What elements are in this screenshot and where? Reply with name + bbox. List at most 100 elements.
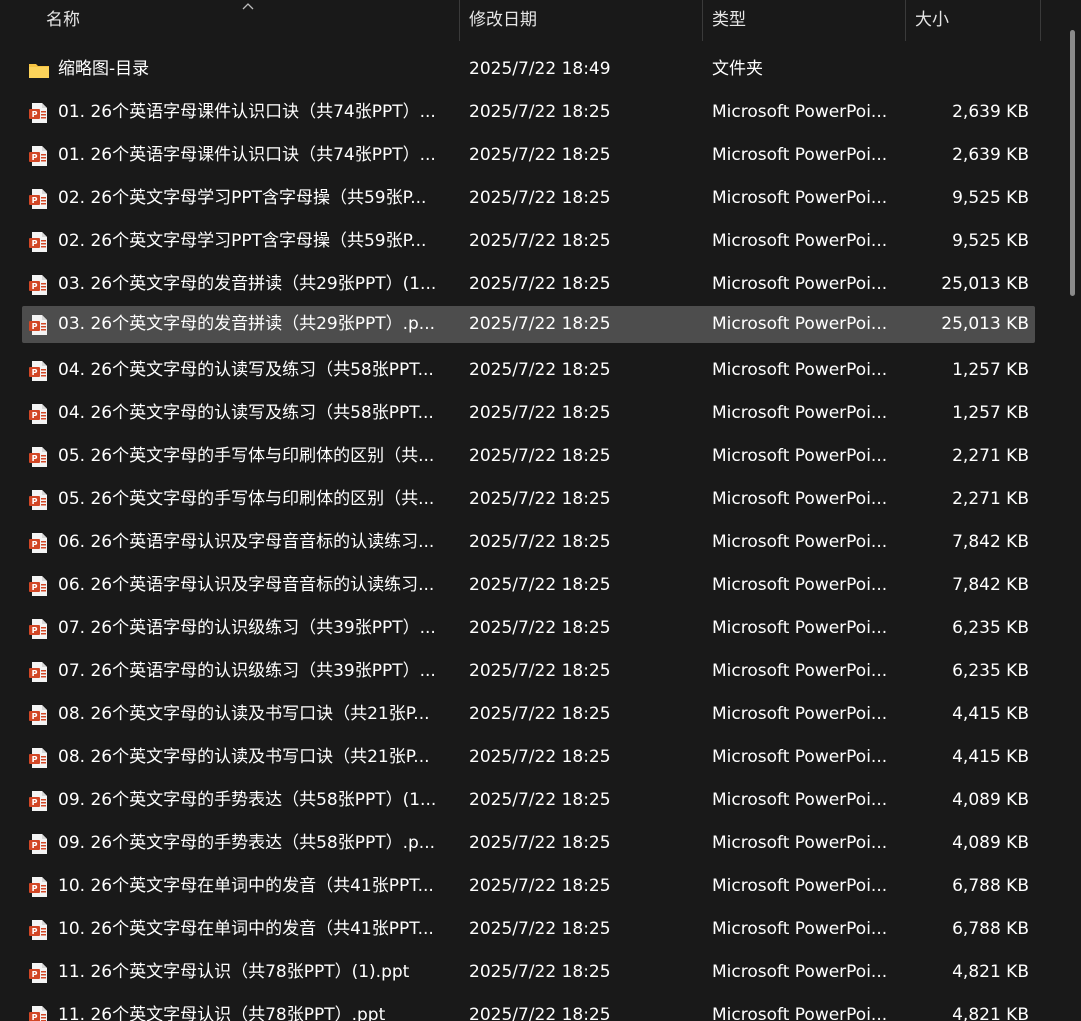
file-type: Microsoft PowerPoi... bbox=[712, 962, 888, 982]
modified-date: 2025/7/22 18:25 bbox=[469, 661, 611, 681]
file-row[interactable]: P 06. 26个英语字母认识及字母音音标的认读练习... 2025/7/22 18… bbox=[0, 564, 1045, 607]
file-row[interactable]: P 03. 26个英文字母的发音拼读（共29张PPT）(1... 2025/7/22… bbox=[0, 263, 1045, 306]
file-type: Microsoft PowerPoi... bbox=[712, 231, 888, 251]
column-separator[interactable] bbox=[905, 0, 906, 41]
svg-text:P: P bbox=[32, 669, 38, 678]
modified-date: 2025/7/22 18:25 bbox=[469, 962, 611, 982]
modified-date: 2025/7/22 18:25 bbox=[469, 231, 611, 251]
svg-text:P: P bbox=[32, 196, 38, 205]
file-row[interactable]: P 01. 26个英语字母课件认识口诀（共74张PPT）... 2025/7/22 … bbox=[0, 91, 1045, 134]
column-separator[interactable] bbox=[459, 0, 460, 41]
file-row[interactable]: P 07. 26个英语字母的认识级练习（共39张PPT）... 2025/7/22 … bbox=[0, 607, 1045, 650]
file-row[interactable]: P 07. 26个英语字母的认识级练习（共39张PPT）... 2025/7/22 … bbox=[0, 650, 1045, 693]
file-type: Microsoft PowerPoi... bbox=[712, 833, 888, 853]
file-name: 10. 26个英文字母在单词中的发音（共41张PPT... bbox=[58, 919, 434, 939]
svg-text:P: P bbox=[32, 454, 38, 463]
file-name: 11. 26个英文字母认识（共78张PPT）(1).ppt bbox=[58, 962, 410, 982]
file-row[interactable]: P 11. 26个英文字母认识（共78张PPT）(1).ppt 2025/7/22 … bbox=[0, 951, 1045, 994]
powerpoint-file-icon: P bbox=[28, 314, 50, 336]
svg-text:P: P bbox=[32, 110, 38, 119]
powerpoint-file-icon: P bbox=[28, 1005, 50, 1021]
powerpoint-file-icon: P bbox=[28, 403, 50, 425]
column-separator[interactable] bbox=[1040, 0, 1041, 41]
modified-date: 2025/7/22 18:49 bbox=[469, 59, 611, 79]
file-size: 6,235 KB bbox=[952, 618, 1029, 638]
column-separator[interactable] bbox=[702, 0, 703, 41]
file-size: 4,415 KB bbox=[952, 747, 1029, 767]
file-name: 01. 26个英语字母课件认识口诀（共74张PPT）... bbox=[58, 102, 436, 122]
file-row[interactable]: P 06. 26个英语字母认识及字母音音标的认读练习... 2025/7/22 18… bbox=[0, 521, 1045, 564]
file-row[interactable]: P 10. 26个英文字母在单词中的发音（共41张PPT... 2025/7/22 … bbox=[0, 908, 1045, 951]
file-type: Microsoft PowerPoi... bbox=[712, 360, 888, 380]
svg-text:P: P bbox=[32, 927, 38, 936]
file-size: 2,271 KB bbox=[952, 446, 1029, 466]
file-size: 25,013 KB bbox=[941, 314, 1029, 334]
file-name: 03. 26个英文字母的发音拼读（共29张PPT）(1... bbox=[58, 274, 437, 294]
file-name: 07. 26个英语字母的认识级练习（共39张PPT）... bbox=[58, 618, 436, 638]
file-row[interactable]: P 02. 26个英文字母学习PPT含字母操（共59张P... 2025/7/22 … bbox=[0, 177, 1045, 220]
file-row[interactable]: P 05. 26个英文字母的手写体与印刷体的区别（共... 2025/7/22 18… bbox=[0, 478, 1045, 521]
column-header: 名称 修改日期 类型 大小 bbox=[0, 0, 1045, 41]
file-row[interactable]: P 03. 26个英文字母的发音拼读（共29张PPT）.p... 2025/7/22… bbox=[0, 306, 1045, 349]
column-header-size[interactable]: 大小 bbox=[915, 0, 949, 41]
svg-text:P: P bbox=[32, 583, 38, 592]
powerpoint-file-icon: P bbox=[28, 102, 50, 124]
file-row[interactable]: P 11. 26个英文字母认识（共78张PPT）.ppt 2025/7/22 18:… bbox=[0, 994, 1045, 1021]
svg-text:P: P bbox=[32, 970, 38, 979]
powerpoint-file-icon: P bbox=[28, 962, 50, 984]
file-name: 04. 26个英文字母的认读写及练习（共58张PPT... bbox=[58, 360, 434, 380]
modified-date: 2025/7/22 18:25 bbox=[469, 314, 611, 334]
file-name: 05. 26个英文字母的手写体与印刷体的区别（共... bbox=[58, 446, 435, 466]
file-size: 4,821 KB bbox=[952, 962, 1029, 982]
column-header-date[interactable]: 修改日期 bbox=[469, 0, 537, 41]
file-type: Microsoft PowerPoi... bbox=[712, 314, 888, 334]
powerpoint-file-icon: P bbox=[28, 876, 50, 898]
file-row[interactable]: P 04. 26个英文字母的认读写及练习（共58张PPT... 2025/7/22 … bbox=[0, 349, 1045, 392]
file-name: 01. 26个英语字母课件认识口诀（共74张PPT）... bbox=[58, 145, 436, 165]
svg-text:P: P bbox=[32, 239, 38, 248]
scrollbar-thumb[interactable] bbox=[1070, 30, 1075, 296]
file-row[interactable]: P 08. 26个英文字母的认读及书写口诀（共21张P... 2025/7/22 1… bbox=[0, 736, 1045, 779]
file-name: 09. 26个英文字母的手势表达（共58张PPT）.p... bbox=[58, 833, 435, 853]
file-name: 09. 26个英文字母的手势表达（共58张PPT）(1... bbox=[58, 790, 437, 810]
powerpoint-file-icon: P bbox=[28, 704, 50, 726]
file-size: 7,842 KB bbox=[952, 532, 1029, 552]
file-row[interactable]: P 08. 26个英文字母的认读及书写口诀（共21张P... 2025/7/22 1… bbox=[0, 693, 1045, 736]
folder-row[interactable]: 缩略图-目录 2025/7/22 18:49 文件夹 bbox=[0, 48, 1045, 91]
folder-icon bbox=[28, 59, 50, 81]
powerpoint-file-icon: P bbox=[28, 790, 50, 812]
file-size bbox=[905, 48, 1029, 91]
file-row[interactable]: P 10. 26个英文字母在单词中的发音（共41张PPT... 2025/7/22 … bbox=[0, 865, 1045, 908]
file-type: Microsoft PowerPoi... bbox=[712, 790, 888, 810]
file-type: Microsoft PowerPoi... bbox=[712, 661, 888, 681]
powerpoint-file-icon: P bbox=[28, 274, 50, 296]
modified-date: 2025/7/22 18:25 bbox=[469, 876, 611, 896]
file-type: Microsoft PowerPoi... bbox=[712, 188, 888, 208]
column-header-name[interactable]: 名称 bbox=[46, 0, 80, 41]
file-type: Microsoft PowerPoi... bbox=[712, 876, 888, 896]
file-row[interactable]: P 02. 26个英文字母学习PPT含字母操（共59张P... 2025/7/22 … bbox=[0, 220, 1045, 263]
powerpoint-file-icon: P bbox=[28, 833, 50, 855]
file-row[interactable]: P 05. 26个英文字母的手写体与印刷体的区别（共... 2025/7/22 18… bbox=[0, 435, 1045, 478]
powerpoint-file-icon: P bbox=[28, 188, 50, 210]
modified-date: 2025/7/22 18:25 bbox=[469, 618, 611, 638]
vertical-scrollbar[interactable] bbox=[1065, 0, 1081, 1021]
file-type: Microsoft PowerPoi... bbox=[712, 446, 888, 466]
modified-date: 2025/7/22 18:25 bbox=[469, 1005, 611, 1021]
file-name: 06. 26个英语字母认识及字母音音标的认读练习... bbox=[58, 575, 435, 595]
file-size: 4,415 KB bbox=[952, 704, 1029, 724]
svg-text:P: P bbox=[32, 322, 38, 331]
powerpoint-file-icon: P bbox=[28, 231, 50, 253]
modified-date: 2025/7/22 18:25 bbox=[469, 274, 611, 294]
file-row[interactable]: P 01. 26个英语字母课件认识口诀（共74张PPT）... 2025/7/22 … bbox=[0, 134, 1045, 177]
file-type: 文件夹 bbox=[712, 59, 763, 79]
file-row[interactable]: P 09. 26个英文字母的手势表达（共58张PPT）.p... 2025/7/22… bbox=[0, 822, 1045, 865]
file-row[interactable]: P 09. 26个英文字母的手势表达（共58张PPT）(1... 2025/7/22… bbox=[0, 779, 1045, 822]
file-row[interactable]: P 04. 26个英文字母的认读写及练习（共58张PPT... 2025/7/22 … bbox=[0, 392, 1045, 435]
svg-text:P: P bbox=[32, 497, 38, 506]
modified-date: 2025/7/22 18:25 bbox=[469, 575, 611, 595]
svg-text:P: P bbox=[32, 712, 38, 721]
powerpoint-file-icon: P bbox=[28, 532, 50, 554]
column-header-type[interactable]: 类型 bbox=[712, 0, 746, 41]
file-size: 6,788 KB bbox=[952, 919, 1029, 939]
